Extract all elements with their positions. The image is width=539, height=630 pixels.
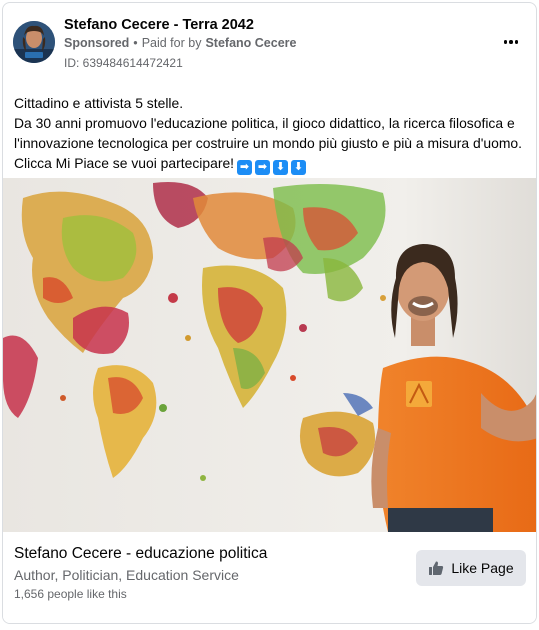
arrow-right-icon: ➡ [255, 160, 271, 175]
post-line-1: Cittadino e attivista 5 stelle. [14, 95, 184, 111]
footer-like-count: 1,656 people like this [14, 587, 127, 601]
post-line-3: l'innovazione tecnologica per costruire … [14, 135, 522, 151]
footer-page-category: Author, Politician, Education Service [14, 567, 239, 583]
footer-page-title[interactable]: Stefano Cecere - educazione politica [14, 545, 267, 563]
like-page-button[interactable]: Like Page [416, 550, 526, 586]
page-footer: Stefano Cecere - educazione politica Aut… [3, 532, 536, 623]
page-avatar[interactable] [13, 21, 55, 63]
arrow-down-icon: ⬇ [273, 160, 289, 175]
ad-id: ID: 639484614472421 [64, 56, 183, 70]
paid-for-by-label: Paid for by [141, 36, 202, 50]
page-name-link[interactable]: Stefano Cecere - Terra 2042 [64, 17, 254, 33]
post-image[interactable] [3, 178, 536, 532]
more-horizontal-icon [503, 40, 508, 44]
post-line-2: Da 30 anni promuovo l'educazione politic… [14, 115, 515, 131]
separator-dot: • [133, 36, 138, 50]
world-map-painting-photo [3, 178, 536, 532]
payer-name: Stefano Cecere [205, 36, 297, 50]
sponsored-line: Sponsored • Paid for by Stefano Cecere [64, 36, 296, 50]
arrow-right-icon: ➡ [237, 160, 253, 175]
arrow-down-icon: ⬇ [291, 160, 307, 175]
post-header: Stefano Cecere - Terra 2042 Sponsored • … [3, 3, 536, 83]
post-text: Cittadino e attivista 5 stelle. Da 30 an… [14, 93, 529, 175]
sponsored-post-card: Stefano Cecere - Terra 2042 Sponsored • … [2, 2, 537, 624]
like-page-label: Like Page [451, 560, 514, 576]
post-line-4-text: Clicca Mi Piace se vuoi partecipare! [14, 155, 235, 171]
more-options-button[interactable] [500, 31, 522, 53]
sponsored-label: Sponsored [64, 36, 130, 50]
thumbs-up-icon [429, 561, 444, 575]
post-line-4: Clicca Mi Piace se vuoi partecipare! ➡ ➡ ⬇ ⬇ [14, 153, 529, 175]
